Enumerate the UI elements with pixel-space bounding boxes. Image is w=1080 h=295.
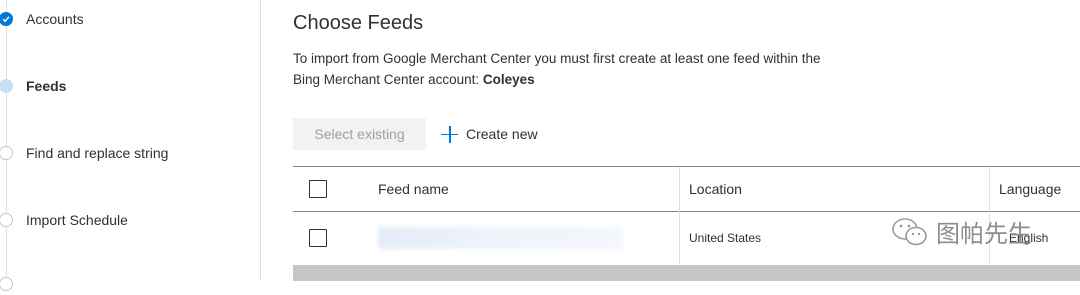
create-new-label: Create new [466,126,538,142]
description-line-2: Bing Merchant Center account: [293,72,480,87]
table-header: Feed name Location Language [293,166,1080,212]
column-divider [679,167,680,211]
header-language[interactable]: Language [999,167,1061,211]
stepper-line [6,0,7,281]
column-divider [989,167,990,211]
select-existing-button[interactable]: Select existing [293,118,426,150]
redacted-feed-name [378,226,623,249]
watermark-text: 图帕先生 [936,221,1032,248]
plus-icon [441,125,458,143]
page-description: To import from Google Merchant Center yo… [293,48,893,90]
pending-step-dot-icon [0,213,13,227]
select-all-cell [309,167,327,211]
wechat-icon [892,217,927,245]
checkmark-icon [0,12,13,26]
step-label: Import Schedule [26,212,128,228]
current-step-dot-icon [0,79,13,93]
location-cell: United States [689,230,762,245]
watermark: 图帕先生 [890,214,1032,249]
pending-step-dot-icon [0,146,13,160]
step-label: Find and replace string [26,145,169,161]
header-feed-name[interactable]: Feed name [378,167,449,211]
page-title: Choose Feeds [293,12,424,34]
horizontal-scrollbar[interactable] [293,265,1080,281]
row-checkbox[interactable] [309,228,327,247]
step-label: Accounts [26,11,84,27]
step-label: Feeds [26,78,67,94]
column-divider [679,211,680,264]
header-location[interactable]: Location [689,167,742,211]
select-all-checkbox[interactable] [309,180,327,198]
account-name: Coleyes [482,72,535,87]
feed-name-cell [378,211,623,264]
description-line-1: To import from Google Merchant Center yo… [293,51,821,66]
pending-step-dot-icon [0,277,13,291]
wizard-stepper: Accounts Feeds Find and replace string I… [0,0,261,291]
create-new-button[interactable]: Create new [441,118,538,150]
row-select-cell [309,211,327,264]
